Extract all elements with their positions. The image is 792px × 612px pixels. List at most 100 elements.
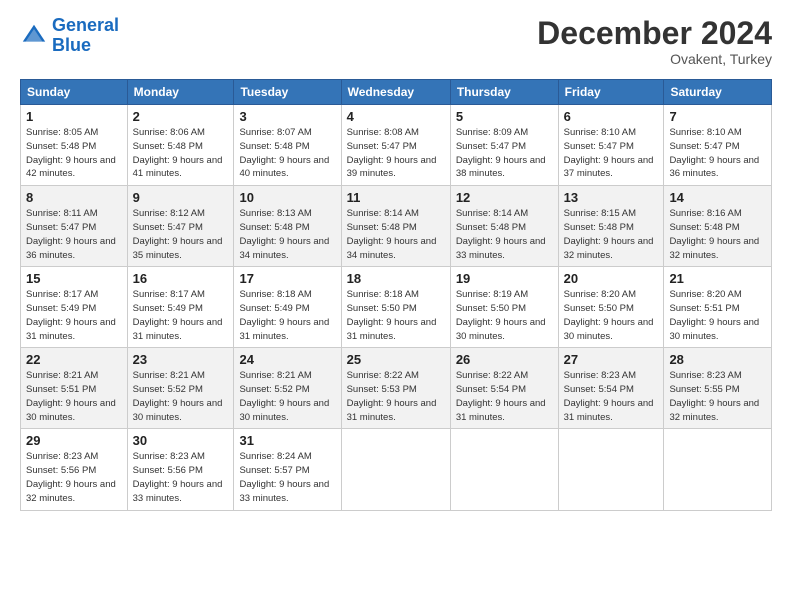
day-info: Sunrise: 8:22 AMSunset: 5:53 PMDaylight:… <box>347 370 437 422</box>
day-info: Sunrise: 8:18 AMSunset: 5:49 PMDaylight:… <box>239 289 329 341</box>
day-number: 17 <box>239 271 335 286</box>
day-info: Sunrise: 8:24 AMSunset: 5:57 PMDaylight:… <box>239 451 329 503</box>
col-header-saturday: Saturday <box>664 80 772 105</box>
col-header-wednesday: Wednesday <box>341 80 450 105</box>
day-cell: 22 Sunrise: 8:21 AMSunset: 5:51 PMDaylig… <box>21 348 128 429</box>
day-number: 3 <box>239 109 335 124</box>
day-cell: 26 Sunrise: 8:22 AMSunset: 5:54 PMDaylig… <box>450 348 558 429</box>
day-number: 31 <box>239 433 335 448</box>
day-info: Sunrise: 8:06 AMSunset: 5:48 PMDaylight:… <box>133 127 223 179</box>
day-cell: 27 Sunrise: 8:23 AMSunset: 5:54 PMDaylig… <box>558 348 664 429</box>
day-info: Sunrise: 8:11 AMSunset: 5:47 PMDaylight:… <box>26 208 116 260</box>
day-number: 13 <box>564 190 659 205</box>
logo-icon <box>20 22 48 50</box>
day-cell: 15 Sunrise: 8:17 AMSunset: 5:49 PMDaylig… <box>21 267 128 348</box>
header-row: SundayMondayTuesdayWednesdayThursdayFrid… <box>21 80 772 105</box>
header: GeneralBlue December 2024 Ovakent, Turke… <box>20 16 772 67</box>
day-info: Sunrise: 8:10 AMSunset: 5:47 PMDaylight:… <box>669 127 759 179</box>
day-cell: 14 Sunrise: 8:16 AMSunset: 5:48 PMDaylig… <box>664 186 772 267</box>
col-header-tuesday: Tuesday <box>234 80 341 105</box>
day-cell: 20 Sunrise: 8:20 AMSunset: 5:50 PMDaylig… <box>558 267 664 348</box>
day-info: Sunrise: 8:23 AMSunset: 5:56 PMDaylight:… <box>133 451 223 503</box>
day-cell: 9 Sunrise: 8:12 AMSunset: 5:47 PMDayligh… <box>127 186 234 267</box>
day-cell: 18 Sunrise: 8:18 AMSunset: 5:50 PMDaylig… <box>341 267 450 348</box>
subtitle: Ovakent, Turkey <box>537 51 772 67</box>
day-number: 22 <box>26 352 122 367</box>
day-cell: 10 Sunrise: 8:13 AMSunset: 5:48 PMDaylig… <box>234 186 341 267</box>
week-row-1: 1 Sunrise: 8:05 AMSunset: 5:48 PMDayligh… <box>21 105 772 186</box>
day-number: 19 <box>456 271 553 286</box>
day-number: 27 <box>564 352 659 367</box>
day-info: Sunrise: 8:23 AMSunset: 5:55 PMDaylight:… <box>669 370 759 422</box>
day-number: 4 <box>347 109 445 124</box>
day-info: Sunrise: 8:07 AMSunset: 5:48 PMDaylight:… <box>239 127 329 179</box>
day-cell: 21 Sunrise: 8:20 AMSunset: 5:51 PMDaylig… <box>664 267 772 348</box>
day-info: Sunrise: 8:12 AMSunset: 5:47 PMDaylight:… <box>133 208 223 260</box>
day-number: 1 <box>26 109 122 124</box>
day-info: Sunrise: 8:21 AMSunset: 5:52 PMDaylight:… <box>133 370 223 422</box>
day-number: 28 <box>669 352 766 367</box>
day-cell: 7 Sunrise: 8:10 AMSunset: 5:47 PMDayligh… <box>664 105 772 186</box>
day-number: 21 <box>669 271 766 286</box>
col-header-thursday: Thursday <box>450 80 558 105</box>
day-number: 24 <box>239 352 335 367</box>
month-title: December 2024 <box>537 16 772 51</box>
day-cell: 16 Sunrise: 8:17 AMSunset: 5:49 PMDaylig… <box>127 267 234 348</box>
day-cell: 31 Sunrise: 8:24 AMSunset: 5:57 PMDaylig… <box>234 429 341 510</box>
col-header-monday: Monday <box>127 80 234 105</box>
day-number: 20 <box>564 271 659 286</box>
logo-text: GeneralBlue <box>52 16 119 56</box>
day-info: Sunrise: 8:10 AMSunset: 5:47 PMDaylight:… <box>564 127 654 179</box>
day-cell: 2 Sunrise: 8:06 AMSunset: 5:48 PMDayligh… <box>127 105 234 186</box>
day-number: 18 <box>347 271 445 286</box>
day-info: Sunrise: 8:20 AMSunset: 5:50 PMDaylight:… <box>564 289 654 341</box>
day-number: 11 <box>347 190 445 205</box>
day-number: 26 <box>456 352 553 367</box>
day-cell: 25 Sunrise: 8:22 AMSunset: 5:53 PMDaylig… <box>341 348 450 429</box>
day-info: Sunrise: 8:08 AMSunset: 5:47 PMDaylight:… <box>347 127 437 179</box>
day-cell: 11 Sunrise: 8:14 AMSunset: 5:48 PMDaylig… <box>341 186 450 267</box>
day-cell: 29 Sunrise: 8:23 AMSunset: 5:56 PMDaylig… <box>21 429 128 510</box>
day-number: 9 <box>133 190 229 205</box>
page-container: GeneralBlue December 2024 Ovakent, Turke… <box>0 0 792 521</box>
day-number: 5 <box>456 109 553 124</box>
day-info: Sunrise: 8:09 AMSunset: 5:47 PMDaylight:… <box>456 127 546 179</box>
day-number: 10 <box>239 190 335 205</box>
day-number: 2 <box>133 109 229 124</box>
day-cell: 12 Sunrise: 8:14 AMSunset: 5:48 PMDaylig… <box>450 186 558 267</box>
day-cell: 8 Sunrise: 8:11 AMSunset: 5:47 PMDayligh… <box>21 186 128 267</box>
day-cell <box>341 429 450 510</box>
day-cell: 6 Sunrise: 8:10 AMSunset: 5:47 PMDayligh… <box>558 105 664 186</box>
day-info: Sunrise: 8:13 AMSunset: 5:48 PMDaylight:… <box>239 208 329 260</box>
day-number: 8 <box>26 190 122 205</box>
day-number: 12 <box>456 190 553 205</box>
day-number: 14 <box>669 190 766 205</box>
week-row-3: 15 Sunrise: 8:17 AMSunset: 5:49 PMDaylig… <box>21 267 772 348</box>
day-number: 30 <box>133 433 229 448</box>
week-row-2: 8 Sunrise: 8:11 AMSunset: 5:47 PMDayligh… <box>21 186 772 267</box>
day-cell: 3 Sunrise: 8:07 AMSunset: 5:48 PMDayligh… <box>234 105 341 186</box>
day-cell <box>558 429 664 510</box>
day-info: Sunrise: 8:23 AMSunset: 5:56 PMDaylight:… <box>26 451 116 503</box>
col-header-sunday: Sunday <box>21 80 128 105</box>
day-number: 7 <box>669 109 766 124</box>
day-cell <box>664 429 772 510</box>
day-info: Sunrise: 8:20 AMSunset: 5:51 PMDaylight:… <box>669 289 759 341</box>
logo: GeneralBlue <box>20 16 119 56</box>
day-info: Sunrise: 8:17 AMSunset: 5:49 PMDaylight:… <box>26 289 116 341</box>
day-info: Sunrise: 8:14 AMSunset: 5:48 PMDaylight:… <box>347 208 437 260</box>
col-header-friday: Friday <box>558 80 664 105</box>
day-number: 6 <box>564 109 659 124</box>
day-number: 15 <box>26 271 122 286</box>
day-cell: 17 Sunrise: 8:18 AMSunset: 5:49 PMDaylig… <box>234 267 341 348</box>
day-cell <box>450 429 558 510</box>
day-number: 25 <box>347 352 445 367</box>
day-info: Sunrise: 8:22 AMSunset: 5:54 PMDaylight:… <box>456 370 546 422</box>
day-cell: 28 Sunrise: 8:23 AMSunset: 5:55 PMDaylig… <box>664 348 772 429</box>
day-cell: 23 Sunrise: 8:21 AMSunset: 5:52 PMDaylig… <box>127 348 234 429</box>
calendar-table: SundayMondayTuesdayWednesdayThursdayFrid… <box>20 79 772 510</box>
day-number: 29 <box>26 433 122 448</box>
day-info: Sunrise: 8:16 AMSunset: 5:48 PMDaylight:… <box>669 208 759 260</box>
day-number: 23 <box>133 352 229 367</box>
day-cell: 4 Sunrise: 8:08 AMSunset: 5:47 PMDayligh… <box>341 105 450 186</box>
